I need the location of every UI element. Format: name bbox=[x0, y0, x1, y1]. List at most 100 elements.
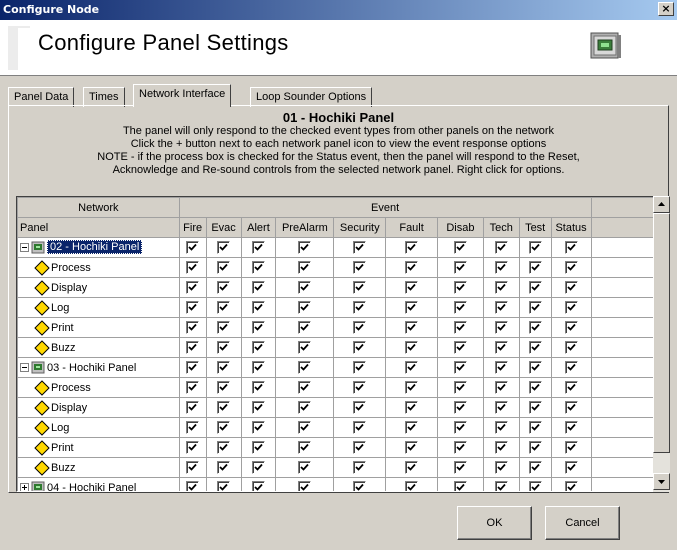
event-checkbox[interactable] bbox=[494, 481, 508, 491]
event-checkbox[interactable] bbox=[494, 421, 508, 434]
option-row[interactable]: Log bbox=[17, 297, 667, 318]
event-checkbox[interactable] bbox=[217, 441, 231, 454]
event-checkbox[interactable] bbox=[298, 421, 312, 434]
event-checkbox[interactable] bbox=[453, 481, 467, 491]
event-checkbox[interactable] bbox=[405, 281, 419, 294]
event-checkbox[interactable] bbox=[251, 361, 265, 374]
option-row[interactable]: Log bbox=[17, 417, 667, 438]
event-checkbox[interactable] bbox=[405, 461, 419, 474]
event-checkbox[interactable] bbox=[528, 321, 542, 334]
event-checkbox[interactable] bbox=[453, 261, 467, 274]
event-checkbox[interactable] bbox=[251, 301, 265, 314]
event-checkbox[interactable] bbox=[528, 441, 542, 454]
collapse-icon[interactable] bbox=[20, 363, 29, 372]
event-checkbox[interactable] bbox=[453, 321, 467, 334]
event-checkbox[interactable] bbox=[405, 321, 419, 334]
event-checkbox[interactable] bbox=[453, 281, 467, 294]
event-checkbox[interactable] bbox=[494, 281, 508, 294]
event-checkbox[interactable] bbox=[298, 261, 312, 274]
event-checkbox[interactable] bbox=[298, 401, 312, 414]
event-checkbox[interactable] bbox=[186, 481, 200, 491]
panel-label[interactable]: 03 - Hochiki Panel bbox=[47, 361, 136, 373]
event-checkbox[interactable] bbox=[564, 321, 578, 334]
event-checkbox[interactable] bbox=[186, 301, 200, 314]
option-row[interactable]: Display bbox=[17, 277, 667, 298]
event-checkbox[interactable] bbox=[186, 341, 200, 354]
event-checkbox[interactable] bbox=[405, 301, 419, 314]
event-checkbox[interactable] bbox=[564, 261, 578, 274]
cancel-button[interactable]: Cancel bbox=[545, 506, 620, 540]
event-checkbox[interactable] bbox=[564, 361, 578, 374]
event-checkbox[interactable] bbox=[405, 241, 419, 254]
event-checkbox[interactable] bbox=[494, 381, 508, 394]
event-checkbox[interactable] bbox=[186, 261, 200, 274]
event-checkbox[interactable] bbox=[353, 401, 367, 414]
event-checkbox[interactable] bbox=[564, 481, 578, 491]
event-checkbox[interactable] bbox=[353, 341, 367, 354]
event-checkbox[interactable] bbox=[528, 241, 542, 254]
event-checkbox[interactable] bbox=[353, 261, 367, 274]
event-checkbox[interactable] bbox=[494, 301, 508, 314]
scroll-down-button[interactable] bbox=[653, 473, 670, 490]
event-grid[interactable]: Network Event Panel Fire Evac Alert PreAlar… bbox=[16, 196, 668, 492]
event-checkbox[interactable] bbox=[353, 301, 367, 314]
event-checkbox[interactable] bbox=[564, 401, 578, 414]
event-checkbox[interactable] bbox=[528, 461, 542, 474]
event-checkbox[interactable] bbox=[217, 421, 231, 434]
event-checkbox[interactable] bbox=[186, 281, 200, 294]
option-row[interactable]: Display bbox=[17, 397, 667, 418]
event-checkbox[interactable] bbox=[453, 441, 467, 454]
event-checkbox[interactable] bbox=[251, 281, 265, 294]
event-checkbox[interactable] bbox=[528, 341, 542, 354]
event-checkbox[interactable] bbox=[217, 301, 231, 314]
option-row[interactable]: Process bbox=[17, 377, 667, 398]
event-checkbox[interactable] bbox=[298, 241, 312, 254]
event-checkbox[interactable] bbox=[494, 341, 508, 354]
event-checkbox[interactable] bbox=[453, 241, 467, 254]
event-checkbox[interactable] bbox=[217, 401, 231, 414]
event-checkbox[interactable] bbox=[564, 341, 578, 354]
event-checkbox[interactable] bbox=[298, 481, 312, 491]
column-header-tech[interactable]: Tech bbox=[482, 217, 520, 238]
event-checkbox[interactable] bbox=[494, 441, 508, 454]
event-checkbox[interactable] bbox=[564, 421, 578, 434]
event-checkbox[interactable] bbox=[186, 321, 200, 334]
event-checkbox[interactable] bbox=[298, 341, 312, 354]
event-checkbox[interactable] bbox=[251, 421, 265, 434]
event-checkbox[interactable] bbox=[217, 481, 231, 491]
column-header-status[interactable]: Status bbox=[550, 217, 592, 238]
event-checkbox[interactable] bbox=[353, 241, 367, 254]
event-checkbox[interactable] bbox=[186, 461, 200, 474]
event-checkbox[interactable] bbox=[405, 441, 419, 454]
panel-row[interactable]: 04 - Hochiki Panel bbox=[17, 477, 667, 491]
event-checkbox[interactable] bbox=[353, 321, 367, 334]
event-checkbox[interactable] bbox=[453, 381, 467, 394]
column-header-security[interactable]: Security bbox=[333, 217, 387, 238]
column-header-disab[interactable]: Disab bbox=[436, 217, 484, 238]
event-checkbox[interactable] bbox=[528, 301, 542, 314]
event-checkbox[interactable] bbox=[528, 281, 542, 294]
event-checkbox[interactable] bbox=[528, 361, 542, 374]
event-checkbox[interactable] bbox=[298, 281, 312, 294]
event-checkbox[interactable] bbox=[405, 421, 419, 434]
tab-loop-sounder-options[interactable]: Loop Sounder Options bbox=[250, 87, 373, 107]
event-checkbox[interactable] bbox=[353, 421, 367, 434]
column-header-fault[interactable]: Fault bbox=[385, 217, 438, 238]
event-checkbox[interactable] bbox=[405, 261, 419, 274]
event-checkbox[interactable] bbox=[564, 461, 578, 474]
expand-icon[interactable] bbox=[20, 483, 29, 491]
event-checkbox[interactable] bbox=[217, 361, 231, 374]
tab-times[interactable]: Times bbox=[83, 87, 125, 107]
panel-column-header[interactable]: Panel bbox=[17, 217, 180, 238]
panel-label[interactable]: 04 - Hochiki Panel bbox=[47, 481, 136, 491]
event-checkbox[interactable] bbox=[353, 381, 367, 394]
close-button[interactable]: × bbox=[658, 2, 674, 16]
event-checkbox[interactable] bbox=[186, 401, 200, 414]
event-checkbox[interactable] bbox=[217, 241, 231, 254]
event-checkbox[interactable] bbox=[528, 261, 542, 274]
event-checkbox[interactable] bbox=[453, 401, 467, 414]
event-checkbox[interactable] bbox=[251, 461, 265, 474]
event-checkbox[interactable] bbox=[298, 381, 312, 394]
event-checkbox[interactable] bbox=[494, 401, 508, 414]
event-checkbox[interactable] bbox=[453, 341, 467, 354]
